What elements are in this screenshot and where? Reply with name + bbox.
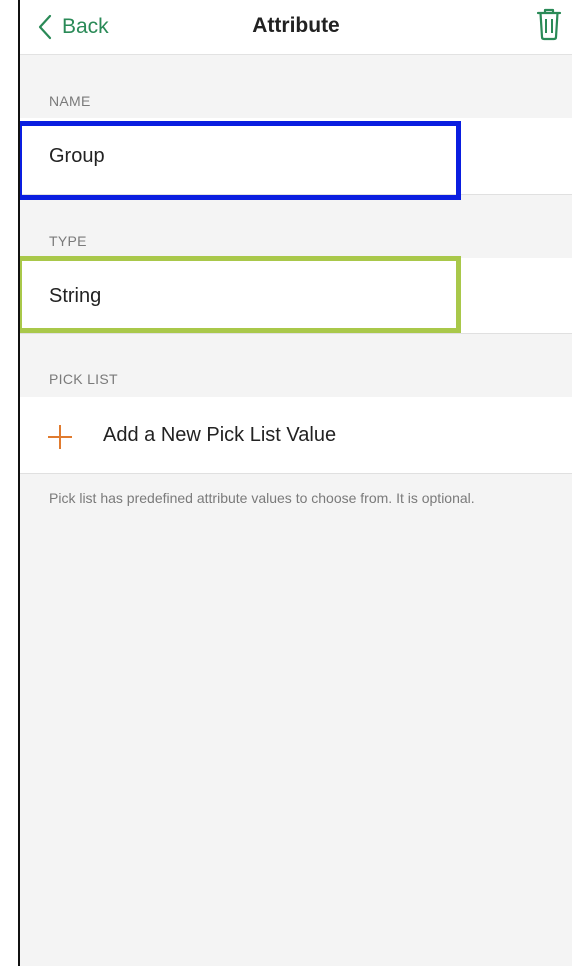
- plus-icon: [48, 425, 72, 449]
- pick-list-section-label: PICK LIST: [49, 371, 118, 387]
- pick-list-help-text: Pick list has predefined attribute value…: [49, 490, 475, 506]
- add-pick-list-value-label: Add a New Pick List Value: [103, 424, 337, 446]
- name-field-highlight: [20, 121, 461, 200]
- add-pick-list-value-button[interactable]: Add a New Pick List Value: [20, 397, 572, 474]
- trash-icon[interactable]: [536, 7, 562, 41]
- page-title: Attribute: [252, 14, 340, 37]
- navigation-bar: Back Attribute: [20, 0, 572, 55]
- type-field-highlight: [20, 256, 461, 333]
- name-section-label: NAME: [49, 93, 91, 109]
- screen: Back Attribute NAME Group TYPE String PI…: [18, 0, 572, 966]
- type-section-label: TYPE: [49, 233, 87, 249]
